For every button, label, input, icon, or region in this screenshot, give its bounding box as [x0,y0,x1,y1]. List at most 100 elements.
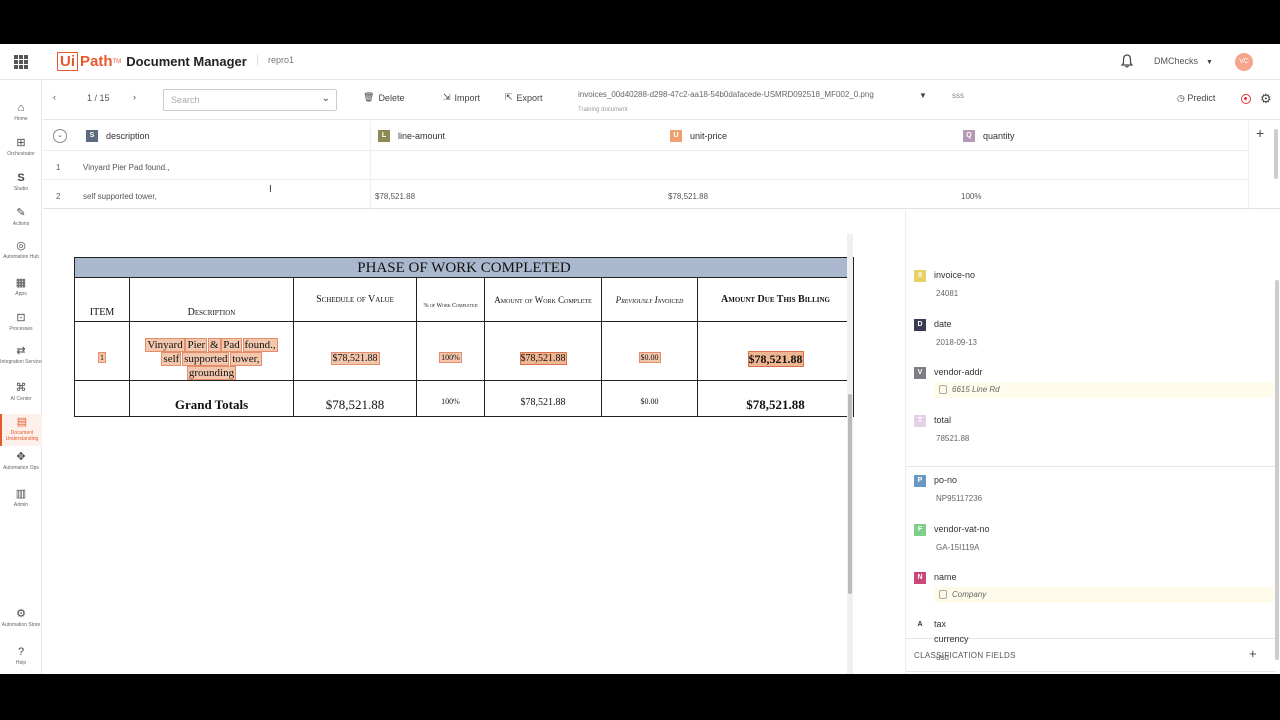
column-tag: Q [963,129,975,142]
column-description[interactable]: S description [86,121,150,150]
nav-automation-hub[interactable]: ◎ Automation Hub [0,240,42,260]
doc-grand-totals-label: Grand Totals [174,397,249,412]
cell-description[interactable]: self supported tower, [83,192,157,201]
nav-admin[interactable]: ▥ Admin [0,488,42,508]
add-column-icon[interactable]: + [1256,125,1264,141]
lock-icon [939,385,947,394]
cell-quantity[interactable]: 100% [961,192,981,201]
doc-header-description: Description [187,307,236,318]
doc-amount-work[interactable]: $78,521.88 [485,352,601,365]
cell-line-amount[interactable]: $78,521.88 [375,192,415,201]
avatar[interactable]: VC [1235,53,1253,71]
nav-studio[interactable]: S Studio [0,172,42,192]
doc-schedule-value[interactable]: $78,521.88 [294,352,416,365]
field-value[interactable]: 78521.88 [936,434,969,443]
import-button[interactable]: ⇲ Import [443,92,480,103]
cell-unit-price[interactable]: $78,521.88 [668,192,708,201]
nav-automation-store[interactable]: ⚙ Automation Store [0,608,42,628]
table-scrollbar[interactable] [1274,129,1278,179]
field-value[interactable]: GA-15I119A [936,543,979,552]
document-table-title: PHASE OF WORK COMPLETED [75,258,853,278]
search-dropdown[interactable]: Search ⌄ [163,89,337,111]
field-currency[interactable]: currency usd [934,634,1234,664]
fields-scrollbar[interactable] [1275,280,1279,660]
nav-automation-ops[interactable]: ✥ Automation Ops [0,451,42,471]
field-value[interactable]: 6615 Line Rd [934,382,1274,398]
processes-icon: ⊡ [16,312,26,324]
nav-integration-service[interactable]: ⇄ Integration Service [0,345,42,365]
import-label: Import [454,92,481,103]
doc-description[interactable]: Vinyard Pier & Pad found., self supporte… [135,338,288,380]
nav-apps[interactable]: ▦ Apps [0,277,42,297]
field-value[interactable]: NP95117236 [936,494,982,503]
nav-ai-center[interactable]: ⌘ AI Center [0,382,42,402]
chevron-down-icon: ⌄ [321,93,330,104]
doc-total-schedule[interactable]: $78,521.88 [294,397,416,413]
field-label: date [934,319,952,329]
column-unit-price[interactable]: U unit-price [670,121,727,150]
nav-home[interactable]: ⌂ Home [0,102,42,122]
import-icon: ⇲ [443,92,451,102]
nav-actions[interactable]: ✎ Actions [0,207,42,227]
field-label: currency [934,634,969,644]
automation-hub-icon: ◎ [16,240,26,252]
ai-center-icon: ⌘ [15,382,27,394]
doc-total-previous[interactable]: $0.00 [602,397,697,406]
field-value[interactable]: 24081 [936,289,958,298]
cell-description[interactable]: Vinyard Pier Pad found., [83,163,170,172]
document-chevron-down-icon[interactable]: ▼ [919,91,927,100]
column-label: unit-price [690,130,728,141]
add-classification-icon[interactable]: + [1249,646,1257,661]
field-tag: F [914,524,926,536]
chevron-left-icon: ‹ [53,92,56,102]
row-divider [43,179,1248,180]
nav-help[interactable]: ? Help [0,646,42,666]
column-label: description [106,130,150,141]
doc-total-amount-work[interactable]: $78,521.88 [485,397,601,408]
field-tag: A [914,619,926,631]
nav-orchestrator[interactable]: ⊞ Orchestrator [0,137,42,157]
field-tag: N [914,572,926,584]
record-icon[interactable] [1241,94,1251,104]
doc-total-pct[interactable]: 100% [417,397,484,406]
gear-icon[interactable]: ⚙ [1260,91,1272,107]
next-page-button[interactable]: › [133,92,136,102]
export-button[interactable]: ⇱ Export [505,92,543,103]
app-window: Ui Path TM Document Manager repro1 DMChe… [0,44,1280,674]
doc-previously-invoiced[interactable]: $0.00 [602,352,697,363]
column-quantity[interactable]: Q quantity [963,121,1015,150]
column-divider [1248,121,1249,209]
field-label: invoice-no [934,270,976,280]
doc-amount-due[interactable]: $78,521.88 [698,351,853,367]
text-cursor-icon: I [269,184,272,195]
field-label: vendor-vat-no [934,524,990,534]
app-launcher-icon[interactable] [14,55,28,69]
scrollbar-thumb[interactable] [848,394,852,594]
row-number: 2 [56,192,61,201]
nav-document-understanding[interactable]: ▤ Document Understanding [0,414,42,446]
column-line-amount[interactable]: L line-amount [378,121,445,150]
delete-button[interactable]: 🗑 Delete [363,92,404,103]
bell-icon[interactable] [1121,54,1133,68]
chevron-right-icon: › [133,92,136,102]
field-value[interactable]: 2018-09-13 [936,338,977,347]
user-menu[interactable]: DMChecks ▼ [1154,56,1213,66]
viewer-scrollbar[interactable] [847,234,853,674]
field-tag: T [914,415,926,427]
prev-page-button[interactable]: ‹ [53,92,56,102]
doc-pct[interactable]: 100% [417,352,484,363]
field-value[interactable]: usd [936,653,949,662]
predict-button[interactable]: ◷ Predict [1177,93,1215,104]
row-divider [43,150,1248,151]
column-label: quantity [983,130,1015,141]
field-value[interactable]: Company [934,587,1274,603]
doc-item-number[interactable]: 1 [75,352,129,363]
doc-total-amount-due[interactable]: $78,521.88 [698,397,853,413]
doc-header-item: ITEM [89,307,115,318]
document-icon: ▤ [16,416,28,428]
document-viewer[interactable]: PHASE OF WORK COMPLETED ITEM Description… [43,210,885,674]
apps-icon: ▦ [15,277,27,289]
collapse-icon[interactable]: ⌄ [53,129,67,143]
nav-processes[interactable]: ⊡ Processes [0,312,42,332]
actions-icon: ✎ [16,207,26,219]
